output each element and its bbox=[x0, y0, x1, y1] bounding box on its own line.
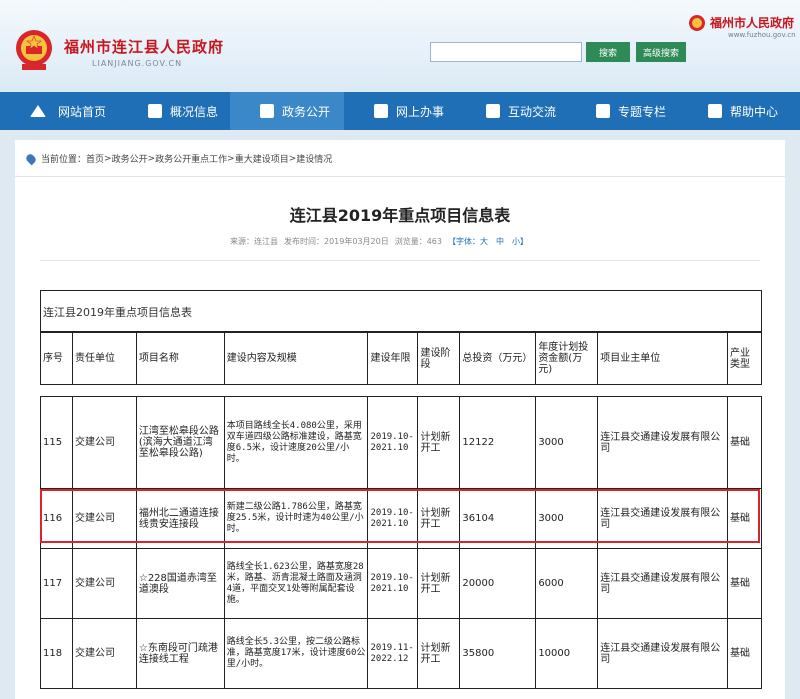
help-icon bbox=[708, 104, 722, 118]
divider bbox=[40, 260, 760, 261]
header-annual: 年度计划投资金额(万元) bbox=[535, 332, 599, 385]
header-years: 建设年限 bbox=[367, 332, 419, 385]
portal-url: www.fuzhou.gov.cn bbox=[728, 31, 796, 39]
table-row: 118 交建公司 ☆东南段可门疏港连接线工程 路线全长5.3公里，按二级公路标准… bbox=[40, 618, 763, 689]
breadcrumb-construction-status[interactable]: 建设情况 bbox=[296, 152, 332, 165]
monitor-icon bbox=[374, 104, 388, 118]
breadcrumb-government-affairs[interactable]: 政务公开 bbox=[112, 152, 148, 165]
nav-item-overview[interactable]: 概况信息 bbox=[118, 92, 230, 130]
book-icon bbox=[260, 104, 274, 118]
national-emblem-icon bbox=[16, 30, 52, 70]
nav-item-topics[interactable]: 专题专栏 bbox=[566, 92, 678, 130]
header-name: 项目名称 bbox=[135, 332, 225, 385]
header-stage: 建设阶段 bbox=[417, 332, 461, 385]
nav-item-help[interactable]: 帮助中心 bbox=[678, 92, 790, 130]
divider bbox=[15, 176, 785, 177]
location-pin-icon bbox=[24, 152, 38, 165]
header-unit: 责任单位 bbox=[71, 332, 137, 385]
article-views: 浏览量：463 bbox=[394, 237, 442, 246]
breadcrumb-home[interactable]: 首页 bbox=[86, 152, 104, 165]
article-source: 来源：连江县 bbox=[230, 237, 278, 246]
chat-icon bbox=[486, 104, 500, 118]
search-input[interactable] bbox=[430, 42, 582, 62]
nav-item-home[interactable]: 网站首页 bbox=[0, 92, 118, 130]
nav-item-online-services[interactable]: 网上办事 bbox=[344, 92, 456, 130]
table-caption: 连江县2019年重点项目信息表 bbox=[40, 290, 762, 332]
breadcrumb: 当前位置： 首页 > 政务公开 > 政务公开重点工作 > 重大建设项目 > 建设… bbox=[24, 152, 332, 165]
main-nav: 网站首页 概况信息 政务公开 网上办事 互动交流 专题专栏 帮助中心 bbox=[0, 92, 800, 130]
site-title: 福州市连江县人民政府 bbox=[64, 38, 225, 56]
article-meta: 来源：连江县 发布时间：2019年03月20日 浏览量：463 【字体：大 中 … bbox=[230, 236, 528, 247]
font-size-control[interactable]: 【字体：大 中 小】 bbox=[448, 236, 528, 247]
home-icon bbox=[30, 105, 46, 117]
article-date: 发布时间：2019年03月20日 bbox=[284, 237, 389, 246]
advanced-search-button[interactable]: 高级搜索 bbox=[636, 42, 686, 62]
portal-link[interactable]: 福州市人民政府 bbox=[710, 14, 794, 31]
table-header-row: 序号 责任单位 项目名称 建设内容及规模 建设年限 建设阶段 总投资（万元） 年… bbox=[40, 332, 763, 385]
project-table: 序号 责任单位 项目名称 建设内容及规模 建设年限 建设阶段 总投资（万元） 年… bbox=[40, 332, 763, 689]
page-title: 连江县2019年重点项目信息表 bbox=[289, 206, 511, 225]
header-owner: 项目业主单位 bbox=[597, 332, 728, 385]
header-total: 总投资（万元） bbox=[459, 332, 537, 385]
portal-emblem-icon bbox=[689, 15, 705, 31]
breadcrumb-major-projects[interactable]: 重大建设项目 bbox=[235, 152, 289, 165]
header-scope: 建设内容及规模 bbox=[223, 332, 369, 385]
nav-item-government-affairs[interactable]: 政务公开 bbox=[230, 92, 344, 130]
table-row-highlighted: 116 交建公司 福州北二通道连接线贵安连接段 新建二级公路1.786公里，路基… bbox=[40, 488, 763, 549]
header-no: 序号 bbox=[40, 332, 73, 385]
site-url: LIANJIANG.GOV.CN bbox=[92, 59, 183, 68]
table-gap bbox=[40, 384, 762, 397]
header-type: 产业类型 bbox=[726, 332, 763, 385]
folder-icon bbox=[596, 104, 610, 118]
breadcrumb-key-work[interactable]: 政务公开重点工作 bbox=[155, 152, 227, 165]
table-row: 115 交建公司 江湾至松皋段公路(滨海大通道江湾至松皋段公路) 本项目路线全长… bbox=[40, 396, 763, 489]
search-button[interactable]: 搜索 bbox=[586, 42, 630, 62]
nav-item-interaction[interactable]: 互动交流 bbox=[456, 92, 566, 130]
document-icon bbox=[148, 104, 162, 118]
site-header: 福州市连江县人民政府 LIANJIANG.GOV.CN 福州市人民政府 www.… bbox=[0, 0, 800, 92]
table-row: 117 交建公司 ☆228国道赤湾至道澳段 路线全长1.623公里，路基宽度28… bbox=[40, 548, 763, 619]
